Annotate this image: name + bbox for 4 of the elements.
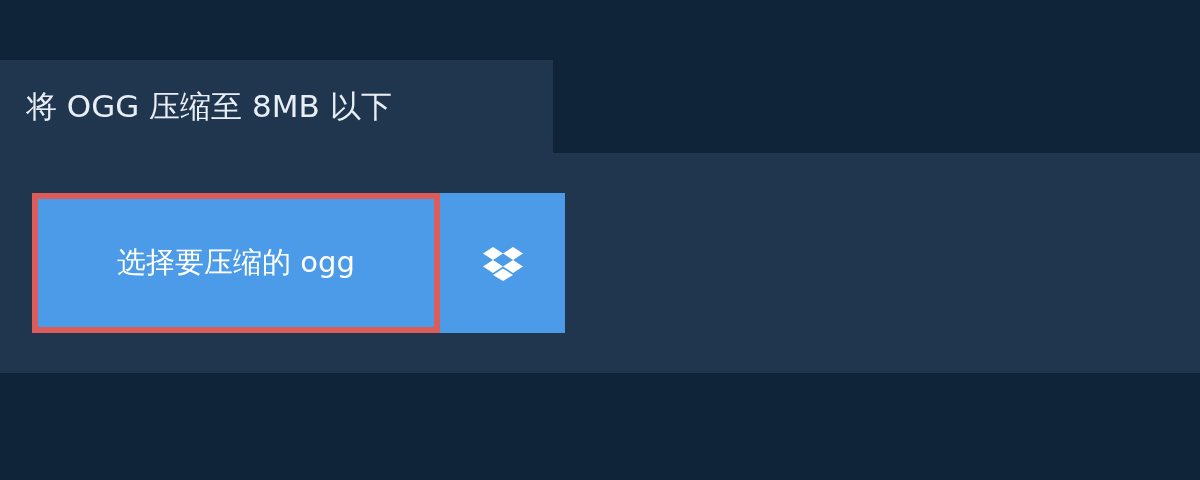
tab-title: 将 OGG 压缩至 8MB 以下: [26, 86, 392, 126]
choose-file-button[interactable]: 选择要压缩的 ogg: [32, 193, 440, 333]
dropbox-button[interactable]: [440, 193, 565, 333]
dropbox-icon: [481, 245, 524, 281]
